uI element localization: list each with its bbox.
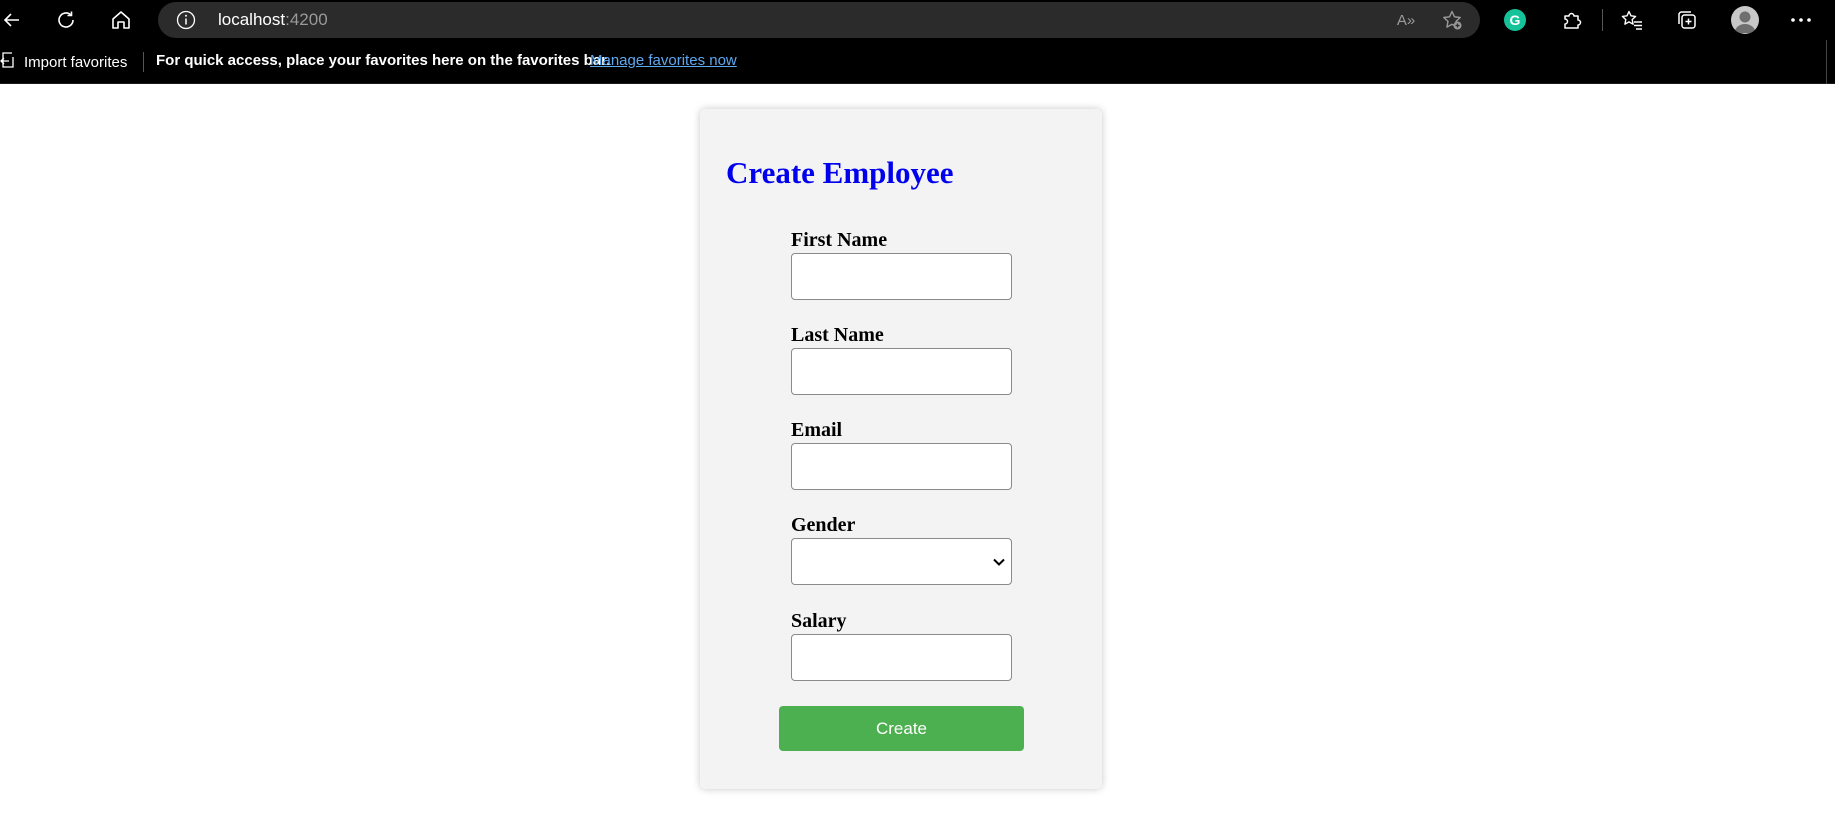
avatar — [1731, 6, 1759, 34]
collections-icon[interactable] — [1671, 4, 1703, 36]
import-favorites-label: Import favorites — [24, 53, 128, 71]
favorites-message: For quick access, place your favorites h… — [156, 52, 611, 69]
gender-label: Gender — [791, 514, 856, 536]
import-icon — [0, 51, 16, 73]
back-arrow-icon[interactable] — [0, 4, 28, 36]
add-favorite-icon[interactable] — [1440, 8, 1464, 32]
puzzle-icon[interactable] — [1556, 4, 1588, 36]
browser-toolbar: localhost:4200 A» G — [0, 0, 1835, 40]
favorites-separator — [143, 52, 144, 72]
email-input[interactable] — [791, 443, 1012, 490]
read-aloud-glyph: A» — [1396, 11, 1416, 29]
grammarly-badge: G — [1504, 9, 1526, 31]
first-name-label: First Name — [791, 229, 888, 251]
favorites-bar: Import favorites For quick access, place… — [0, 40, 1835, 84]
address-text[interactable]: localhost:4200 — [218, 10, 328, 30]
import-favorites-button[interactable]: Import favorites — [0, 51, 127, 73]
address-bar[interactable]: localhost:4200 A» — [158, 2, 1480, 38]
toolbar-separator — [1602, 9, 1603, 31]
email-label: Email — [791, 419, 843, 441]
chevron-down-icon — [991, 555, 1007, 569]
first-name-input[interactable] — [791, 253, 1012, 300]
last-name-input[interactable] — [791, 348, 1012, 395]
read-aloud-icon[interactable]: A» — [1394, 8, 1418, 32]
address-host: localhost — [218, 10, 286, 29]
create-button[interactable]: Create — [779, 706, 1024, 751]
create-employee-card: Create Employee First Name Last Name Ema… — [700, 109, 1102, 789]
profile-avatar-icon[interactable] — [1729, 4, 1761, 36]
info-icon[interactable] — [176, 10, 196, 30]
window-edge — [1826, 40, 1827, 84]
salary-label: Salary — [791, 610, 847, 632]
manage-favorites-link[interactable]: Manage favorites now — [590, 52, 737, 69]
favorites-icon[interactable] — [1616, 4, 1648, 36]
salary-input[interactable] — [791, 634, 1012, 681]
more-icon[interactable] — [1785, 4, 1817, 36]
page-title: Create Employee — [726, 155, 954, 190]
address-port: :4200 — [285, 10, 328, 29]
home-icon[interactable] — [105, 4, 137, 36]
refresh-icon[interactable] — [50, 4, 82, 36]
grammarly-icon[interactable]: G — [1499, 4, 1531, 36]
last-name-label: Last Name — [791, 324, 884, 346]
gender-select[interactable] — [791, 538, 1012, 585]
